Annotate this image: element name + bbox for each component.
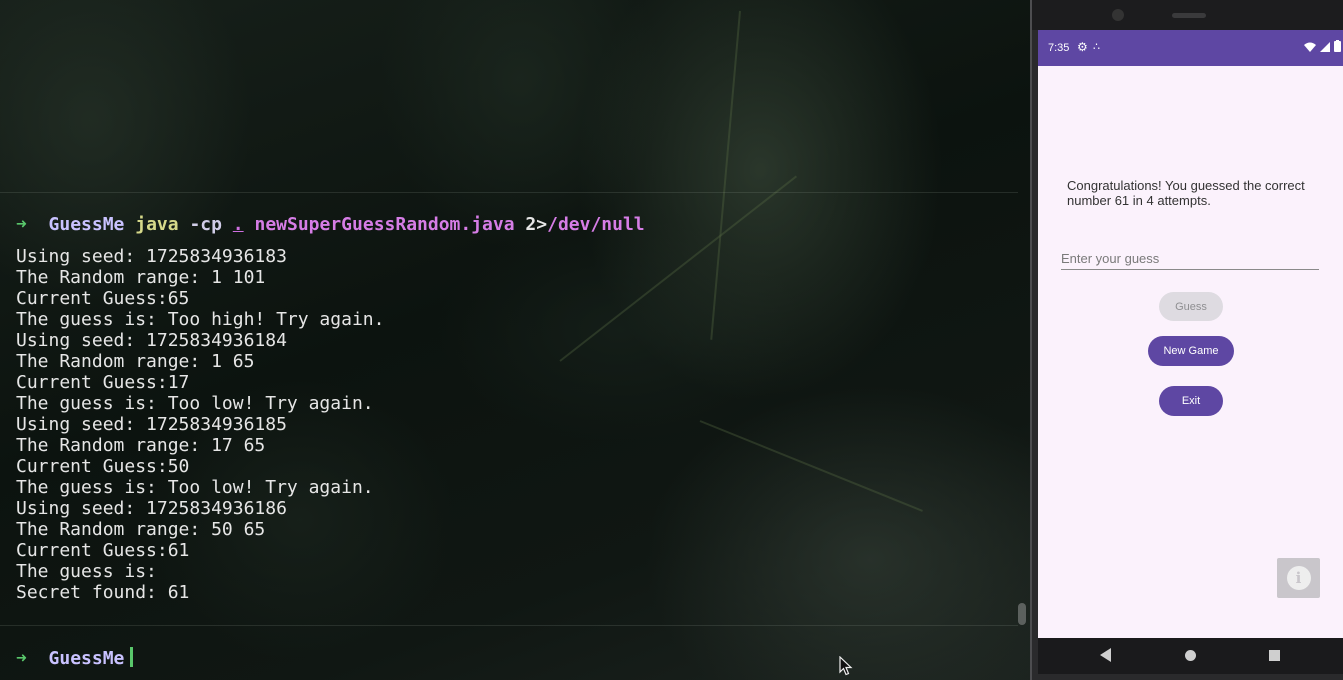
prompt-line[interactable]: ➜ GuessMe [16,647,134,669]
text-cursor [130,647,134,667]
output-line: Secret found: 61 [16,582,190,603]
home-icon[interactable] [1185,650,1196,661]
phone-bezel [1032,0,1343,30]
command-redirect-target: /dev/null [547,214,645,235]
prompt-arrow: ➜ [16,648,27,669]
back-icon[interactable] [1100,648,1111,662]
output-line: The guess is: Too low! Try again. [16,477,374,498]
android-emulator: 7:35 ⚙ ∴ Congratulations! You guessed th… [1030,0,1343,680]
output-line: Current Guess:65 [16,288,190,309]
output-line: Using seed: 1725834936183 [16,246,287,267]
terminal-window[interactable]: ➜ GuessMe java -cp . newSuperGuessRandom… [0,0,1030,680]
output-line: The Random range: 50 65 [16,519,266,540]
app-screen: Congratulations! You guessed the correct… [1038,66,1343,638]
info-icon: i [1286,566,1311,590]
output-line: The Random range: 1 65 [16,351,255,372]
command-redirect: 2> [525,214,548,235]
command-line: ➜ GuessMe java -cp . newSuperGuessRandom… [16,214,645,235]
wallpaper-detail [699,420,923,512]
wallpaper-detail [710,10,741,340]
guess-input[interactable] [1061,247,1319,270]
guess-button[interactable]: Guess [1159,292,1223,321]
prompt-directory: GuessMe [48,214,125,235]
signal-icon [1319,42,1330,52]
gear-icon: ⚙ [1077,40,1088,54]
wallpaper-detail [559,175,798,362]
info-button[interactable]: i [1277,558,1320,598]
command-flag: -cp [189,214,222,235]
output-line: The Random range: 1 101 [16,267,266,288]
output-line: Using seed: 1725834936186 [16,498,287,519]
output-line: The guess is: Too high! Try again. [16,309,385,330]
status-time: 7:35 [1048,42,1070,54]
notification-dots-icon: ∴ [1093,41,1100,53]
exit-button[interactable]: Exit [1159,386,1223,416]
output-line: Current Guess:61 [16,540,190,561]
new-game-button[interactable]: New Game [1148,336,1234,366]
output-line: Current Guess:50 [16,456,190,477]
terminal-divider [0,625,1018,626]
battery-icon [1334,40,1341,52]
output-line: The Random range: 17 65 [16,435,266,456]
command-classpath: . [232,214,244,235]
navigation-bar [1038,638,1343,674]
status-right-icons [1303,40,1341,55]
terminal-divider [0,192,1018,193]
recent-apps-icon[interactable] [1269,650,1280,661]
command-file: newSuperGuessRandom.java [254,214,515,235]
mouse-pointer-icon [839,656,853,676]
output-line: The guess is: Too low! Try again. [16,393,374,414]
result-message: Congratulations! You guessed the correct… [1067,178,1305,208]
speaker-grille [1172,13,1206,18]
output-line: Using seed: 1725834936185 [16,414,287,435]
wifi-icon [1303,42,1316,52]
output-line: The guess is: [16,561,157,582]
prompt-arrow: ➜ [16,214,27,235]
camera-icon [1112,9,1124,21]
command-program: java [135,214,179,235]
command-output: Using seed: 1725834936183 The Random ran… [16,246,384,603]
prompt-directory: GuessMe [48,648,125,669]
output-line: Using seed: 1725834936184 [16,330,287,351]
output-line: Current Guess:17 [16,372,190,393]
terminal-scrollbar[interactable] [1018,603,1026,625]
status-bar: 7:35 ⚙ ∴ [1038,30,1343,66]
